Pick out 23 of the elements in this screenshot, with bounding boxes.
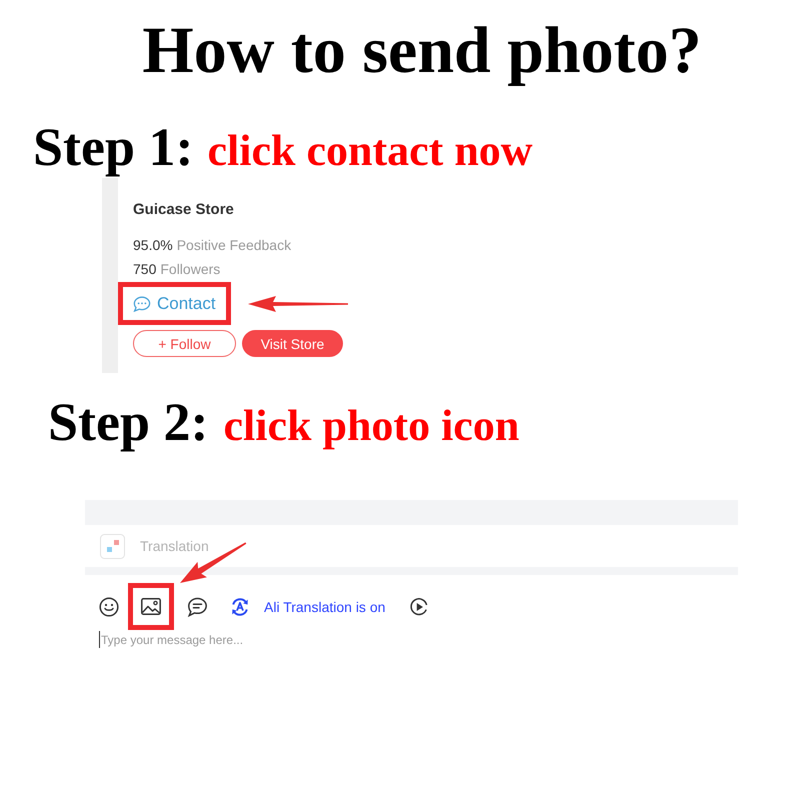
- step-instruction: click contact now: [208, 125, 533, 177]
- image-icon[interactable]: [141, 598, 161, 615]
- contact-link[interactable]: Contact: [133, 294, 216, 314]
- step-label: Step 1:: [33, 120, 194, 174]
- chat-bubble-icon: [133, 296, 151, 312]
- stat-label: Followers: [160, 260, 220, 279]
- follow-button[interactable]: + Follow: [133, 330, 236, 357]
- stat-value: 750: [133, 260, 156, 279]
- step-label: Step 2:: [48, 395, 208, 449]
- speech-bubble-icon[interactable]: [187, 596, 208, 616]
- store-name: Guicase Store: [133, 200, 235, 220]
- translation-status: Ali Translation is on: [264, 598, 386, 614]
- smiley-icon[interactable]: [99, 596, 119, 616]
- step-instruction: click photo icon: [224, 400, 520, 452]
- play-icon[interactable]: [409, 596, 430, 616]
- translation-label: Translation: [140, 538, 209, 554]
- translate-icon[interactable]: [230, 596, 250, 616]
- stat-value: 95.0%: [133, 236, 173, 255]
- square-tiles-icon: [100, 534, 125, 558]
- message-input[interactable]: Type your message here...: [99, 631, 399, 648]
- visit-store-button[interactable]: Visit Store: [242, 330, 343, 357]
- page-title: How to send photo?: [141, 18, 703, 84]
- stat-label: Positive Feedback: [176, 236, 292, 255]
